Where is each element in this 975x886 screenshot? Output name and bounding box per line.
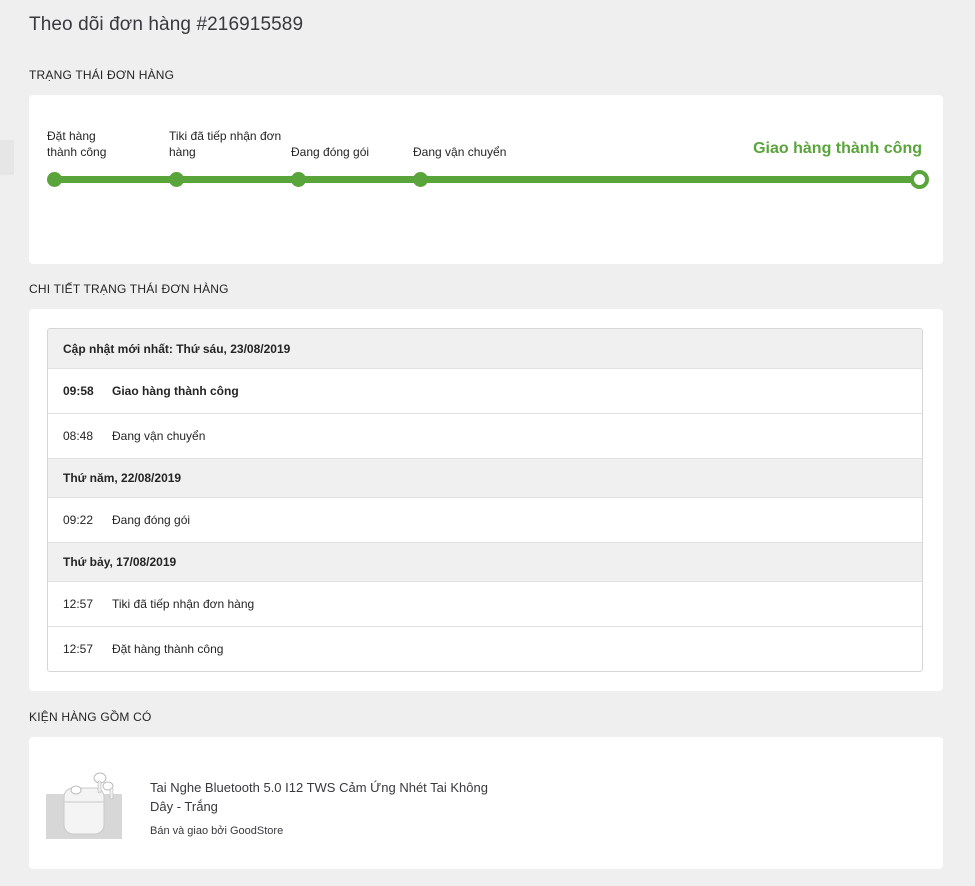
event-row: 08:48 Đang vận chuyển [48, 414, 922, 459]
progress-step-1-line2: thành công [47, 145, 107, 159]
order-progress-card: Đặt hàng thành công Tiki đã tiếp nhận đơ… [29, 95, 943, 264]
event-text: Giao hàng thành công [112, 384, 239, 398]
progress-final-step-label: Giao hàng thành công [753, 140, 922, 157]
order-status-heading: TRẠNG THÁI ĐƠN HÀNG [29, 68, 175, 82]
package-card: Tai Nghe Bluetooth 5.0 I12 TWS Cảm Ứng N… [29, 737, 943, 869]
product-seller: Bán và giao bởi GoodStore [150, 825, 284, 837]
package-heading: KIỆN HÀNG GỒM CÓ [29, 710, 152, 724]
event-row: 12:57 Tiki đã tiếp nhận đơn hàng [48, 582, 922, 627]
event-row: 09:58 Giao hàng thành công [48, 369, 922, 414]
event-row: 09:22 Đang đóng gói [48, 498, 922, 543]
progress-dot-3 [291, 172, 306, 187]
progress-step-3: Đang đóng gói [291, 144, 369, 160]
progress-dot-final [910, 170, 929, 189]
progress-step-2: Tiki đã tiếp nhận đơn hàng [169, 128, 281, 160]
progress-dot-1 [47, 172, 62, 187]
event-text: Tiki đã tiếp nhận đơn hàng [112, 597, 255, 611]
progress-step-1: Đặt hàng thành công [47, 128, 106, 160]
earbuds-image [46, 768, 122, 841]
progress-step-4-label: Đang vận chuyển [413, 145, 507, 159]
event-text: Đang vận chuyển [112, 429, 206, 443]
side-tab[interactable] [0, 140, 14, 175]
progress-step-2-line1: Tiki đã tiếp nhận đơn [169, 129, 282, 143]
progress-step-1-line1: Đặt hàng [47, 129, 96, 143]
date-row: Thứ năm, 22/08/2019 [48, 459, 922, 498]
progress-step-2-line2: hàng [169, 145, 196, 159]
event-time: 12:57 [63, 642, 94, 656]
event-time: 08:48 [63, 429, 94, 443]
progress-dot-4 [413, 172, 428, 187]
status-detail-heading: CHI TIẾT TRẠNG THÁI ĐƠN HÀNG [29, 282, 229, 296]
event-text: Đang đóng gói [112, 513, 191, 527]
product-name[interactable]: Tai Nghe Bluetooth 5.0 I12 TWS Cảm Ứng N… [150, 778, 510, 816]
progress-step-3-label: Đang đóng gói [291, 145, 370, 159]
event-time: 09:22 [63, 513, 94, 527]
progress-step-4: Đang vận chuyển [413, 144, 506, 160]
status-detail-card: Cập nhật mới nhất: Thứ sáu, 23/08/2019 0… [29, 309, 943, 691]
event-row: 12:57 Đặt hàng thành công [48, 627, 922, 671]
status-detail-table: Cập nhật mới nhất: Thứ sáu, 23/08/2019 0… [47, 328, 923, 672]
event-text: Đặt hàng thành công [112, 642, 224, 656]
progress-dot-2 [169, 172, 184, 187]
event-time: 09:58 [63, 384, 94, 398]
date-row: Thứ bảy, 17/08/2019 [48, 543, 922, 582]
product-image[interactable] [46, 768, 122, 841]
date-row: Cập nhật mới nhất: Thứ sáu, 23/08/2019 [48, 329, 922, 369]
event-time: 12:57 [63, 597, 94, 611]
page-title: Theo dõi đơn hàng #216915589 [29, 14, 304, 35]
